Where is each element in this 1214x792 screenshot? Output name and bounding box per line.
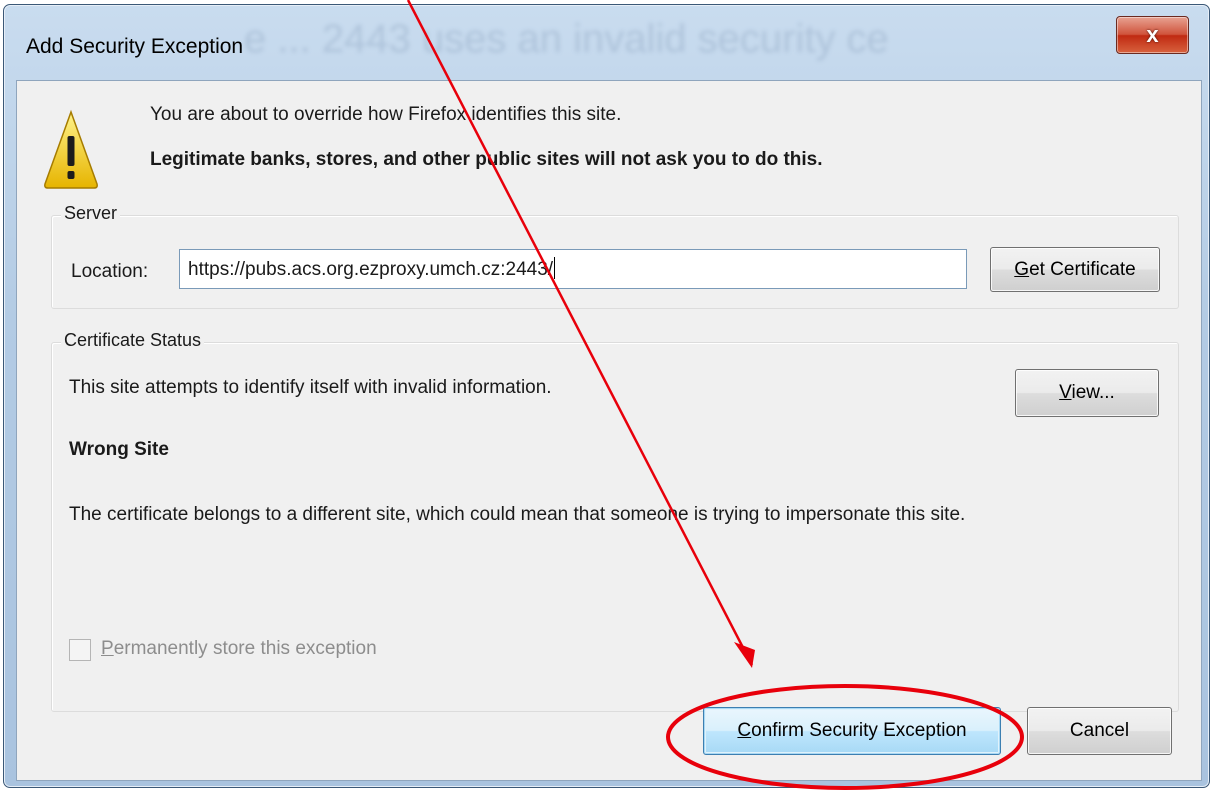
text-caret [554,257,556,279]
server-legend: Server [61,203,121,224]
certificate-status-legend: Certificate Status [61,330,205,351]
get-certificate-button[interactable]: Get Certificate [990,247,1160,292]
background-blur-text: e ... 2443 uses an invalid security ce [244,17,889,61]
status-message: This site attempts to identify itself wi… [69,377,552,398]
location-label: Location: [71,261,149,282]
error-title: Wrong Site [69,439,169,460]
location-input[interactable]: https://pubs.acs.org.ezproxy.umch.cz:244… [179,249,967,289]
permanent-checkbox[interactable] [69,639,91,661]
intro-text: You are about to override how Firefox id… [150,104,622,125]
confirm-security-exception-button[interactable]: Confirm Security Exception [703,707,1001,755]
location-value: https://pubs.acs.org.ezproxy.umch.cz:244… [188,259,554,280]
intro-warning-text: Legitimate banks, stores, and other publ… [150,149,823,170]
permanent-checkbox-label: Permanently store this exception [101,638,377,659]
view-button[interactable]: View... [1015,369,1159,417]
error-description: The certificate belongs to a different s… [69,504,966,525]
get-certificate-label: Get Certificate [1014,258,1136,280]
confirm-button-label: Confirm Security Exception [737,720,967,741]
view-button-label: View... [1059,382,1115,403]
cancel-button[interactable]: Cancel [1027,707,1172,755]
dialog-window: e ... 2443 uses an invalid security ce A… [3,4,1210,788]
warning-icon [44,109,98,189]
close-icon: x [1146,22,1159,47]
dialog-title: Add Security Exception [26,35,244,58]
close-button[interactable]: x [1116,16,1189,54]
dialog-content: You are about to override how Firefox id… [16,80,1202,781]
